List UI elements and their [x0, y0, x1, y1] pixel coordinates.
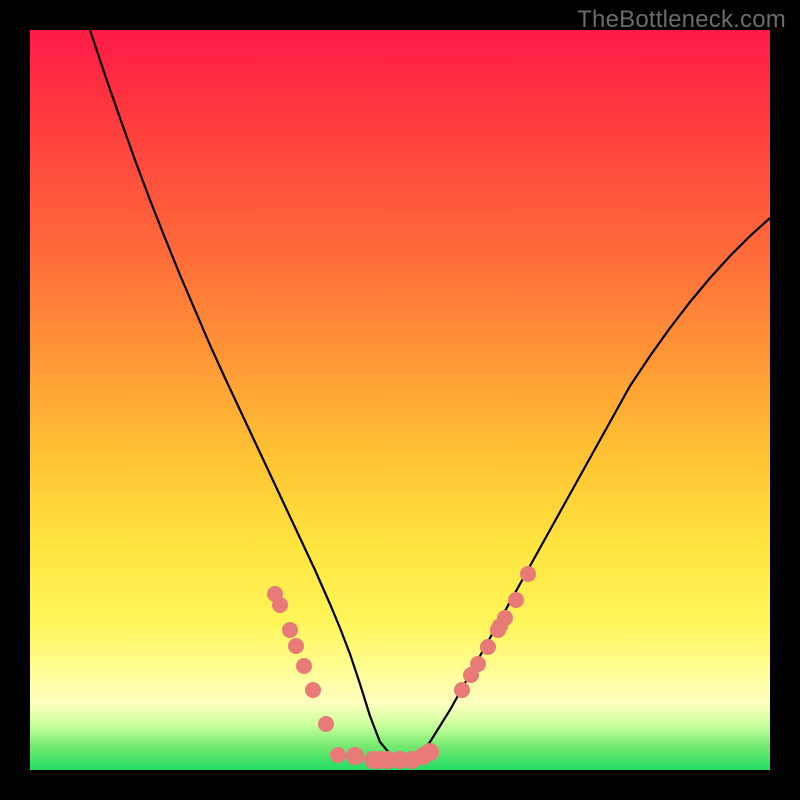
curve-marker: [318, 716, 334, 732]
curve-marker: [288, 638, 304, 654]
bottleneck-curve: [90, 30, 770, 758]
curve-marker: [296, 658, 312, 674]
highlight-markers: [267, 566, 536, 769]
watermark-text: TheBottleneck.com: [577, 6, 786, 34]
curve-marker: [497, 610, 513, 626]
curve-marker: [272, 597, 288, 613]
curve-marker: [330, 747, 346, 763]
curve-marker: [346, 747, 364, 765]
curve-marker: [508, 592, 524, 608]
curve-marker: [421, 743, 439, 761]
curve-marker: [282, 622, 298, 638]
curve-marker: [454, 682, 470, 698]
plot-area: [30, 30, 770, 770]
curve-marker: [305, 682, 321, 698]
curve-marker: [470, 656, 486, 672]
curve-marker: [520, 566, 536, 582]
chart-frame: TheBottleneck.com: [0, 0, 800, 800]
chart-overlay: [30, 30, 770, 770]
curve-marker: [480, 639, 496, 655]
